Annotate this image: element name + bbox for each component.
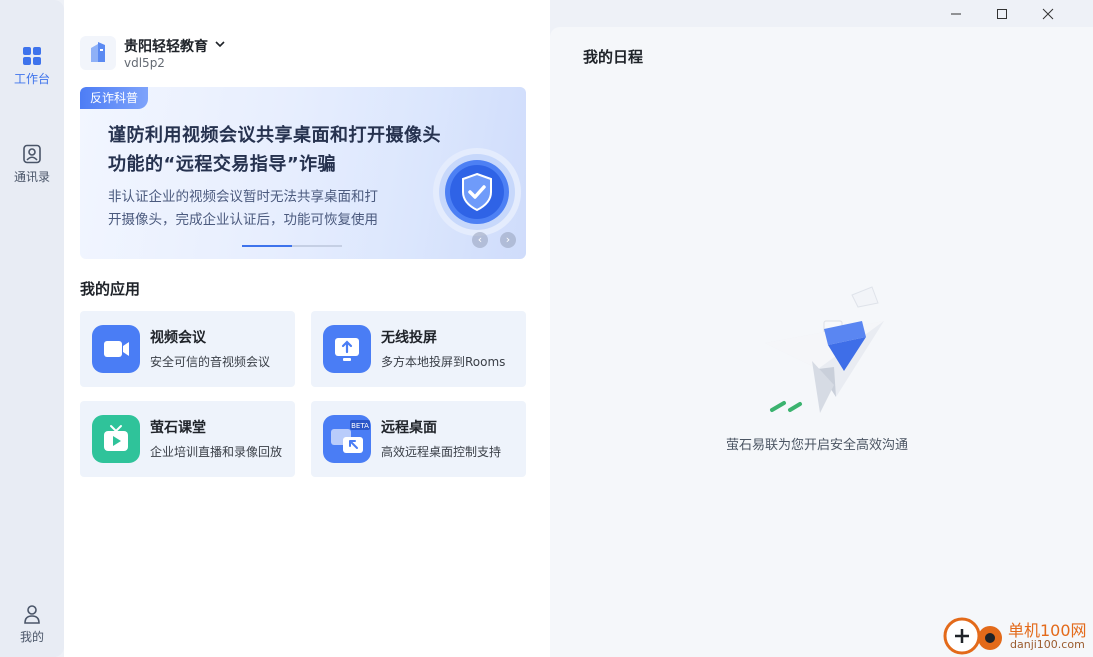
- banner-pagination: [242, 245, 342, 247]
- org-name: 贵阳轻轻教育: [124, 39, 208, 55]
- tv-play-icon: [92, 415, 140, 463]
- sidebar-item-workbench[interactable]: 工作台: [0, 46, 64, 87]
- banner-title-line2: 功能的“远程交易指导”诈骗: [108, 154, 337, 175]
- window-controls: [933, 0, 1093, 28]
- sidebar-item-label: 通讯录: [13, 170, 50, 184]
- app-card-remote-desktop[interactable]: BETA 远程桌面 高效远程桌面控制支持: [311, 401, 526, 477]
- sidebar-item-label: 我的: [19, 630, 44, 644]
- chevron-down-icon[interactable]: [214, 38, 226, 50]
- banner-title: 谨防利用视频会议共享桌面和打开摄像头 功能的“远程交易指导”诈骗: [108, 121, 488, 179]
- sidebar-item-contacts[interactable]: 通讯录: [0, 144, 64, 185]
- workbench-panel: 贵阳轻轻教育 vdl5p2 反诈科普 谨防利用视频会议共享桌面和打开摄像头 功能…: [64, 0, 550, 657]
- anti-fraud-banner[interactable]: 反诈科普 谨防利用视频会议共享桌面和打开摄像头 功能的“远程交易指导”诈骗 非认…: [80, 87, 526, 259]
- building-icon: [91, 42, 105, 62]
- schedule-empty-text: 萤石易联为您开启安全高效沟通: [726, 438, 909, 453]
- app-card-video-meeting[interactable]: 视频会议 安全可信的音视频会议: [80, 311, 295, 387]
- apps-section-title: 我的应用: [80, 280, 141, 298]
- watermark-logo-icon: [943, 617, 1002, 655]
- grid-icon: [23, 47, 41, 65]
- sidebar: 工作台 通讯录 我的: [0, 0, 64, 657]
- banner-pagination-active: [242, 245, 292, 247]
- app-name: 远程桌面: [381, 420, 437, 436]
- maximize-icon: [997, 9, 1007, 19]
- minimize-icon: [951, 13, 961, 15]
- remote-desktop-icon: BETA: [323, 415, 371, 463]
- watermark-sub: danji100.com: [1010, 638, 1085, 651]
- banner-prev-button[interactable]: ‹: [472, 232, 488, 248]
- app-card-wireless-cast[interactable]: 无线投屏 多方本地投屏到Rooms: [311, 311, 526, 387]
- app-desc: 企业培训直播和录像回放: [150, 445, 283, 459]
- paper-plane-illustration: [765, 286, 884, 413]
- close-button[interactable]: [1025, 0, 1071, 28]
- banner-description: 非认证企业的视频会议暂时无法共享桌面和打 开摄像头，完成企业认证后，功能可恢复使…: [108, 186, 433, 232]
- minimize-button[interactable]: [933, 0, 979, 28]
- org-code: vdl5p2: [124, 56, 165, 70]
- app-name: 萤石课堂: [150, 420, 206, 436]
- app-name: 视频会议: [150, 330, 206, 346]
- banner-tag: 反诈科普: [80, 87, 149, 109]
- app-desc: 多方本地投屏到Rooms: [381, 355, 506, 369]
- app-name: 无线投屏: [381, 330, 437, 346]
- beta-badge: BETA: [351, 422, 369, 430]
- app-desc: 高效远程桌面控制支持: [381, 445, 502, 459]
- app-desc: 安全可信的音视频会议: [150, 355, 271, 369]
- schedule-panel: 我的日程 萤石易联为您开启安全高效沟通: [550, 27, 1093, 657]
- close-icon: [1042, 8, 1054, 20]
- org-switcher[interactable]: 贵阳轻轻教育 vdl5p2: [80, 36, 380, 72]
- user-icon: [24, 605, 40, 624]
- sidebar-item-label: 工作台: [13, 72, 50, 86]
- maximize-button[interactable]: [979, 0, 1025, 28]
- contacts-icon: [23, 144, 41, 164]
- banner-title-line1: 谨防利用视频会议共享桌面和打开摄像头: [108, 125, 441, 146]
- sidebar-item-me[interactable]: 我的: [0, 604, 64, 645]
- shield-check-icon: [433, 148, 521, 236]
- banner-next-button[interactable]: ›: [500, 232, 516, 248]
- banner-desc-line1: 非认证企业的视频会议暂时无法共享桌面和打: [108, 189, 378, 205]
- banner-desc-line2: 开摄像头，完成企业认证后，功能可恢复使用: [108, 212, 378, 228]
- app-card-ezviz-classroom[interactable]: 萤石课堂 企业培训直播和录像回放: [80, 401, 295, 477]
- watermark: 单机100网 danji100.com: [942, 614, 1093, 657]
- schedule-title: 我的日程: [583, 48, 644, 66]
- org-logo: [80, 36, 116, 70]
- video-camera-icon: [92, 325, 140, 373]
- screen-cast-icon: [323, 325, 371, 373]
